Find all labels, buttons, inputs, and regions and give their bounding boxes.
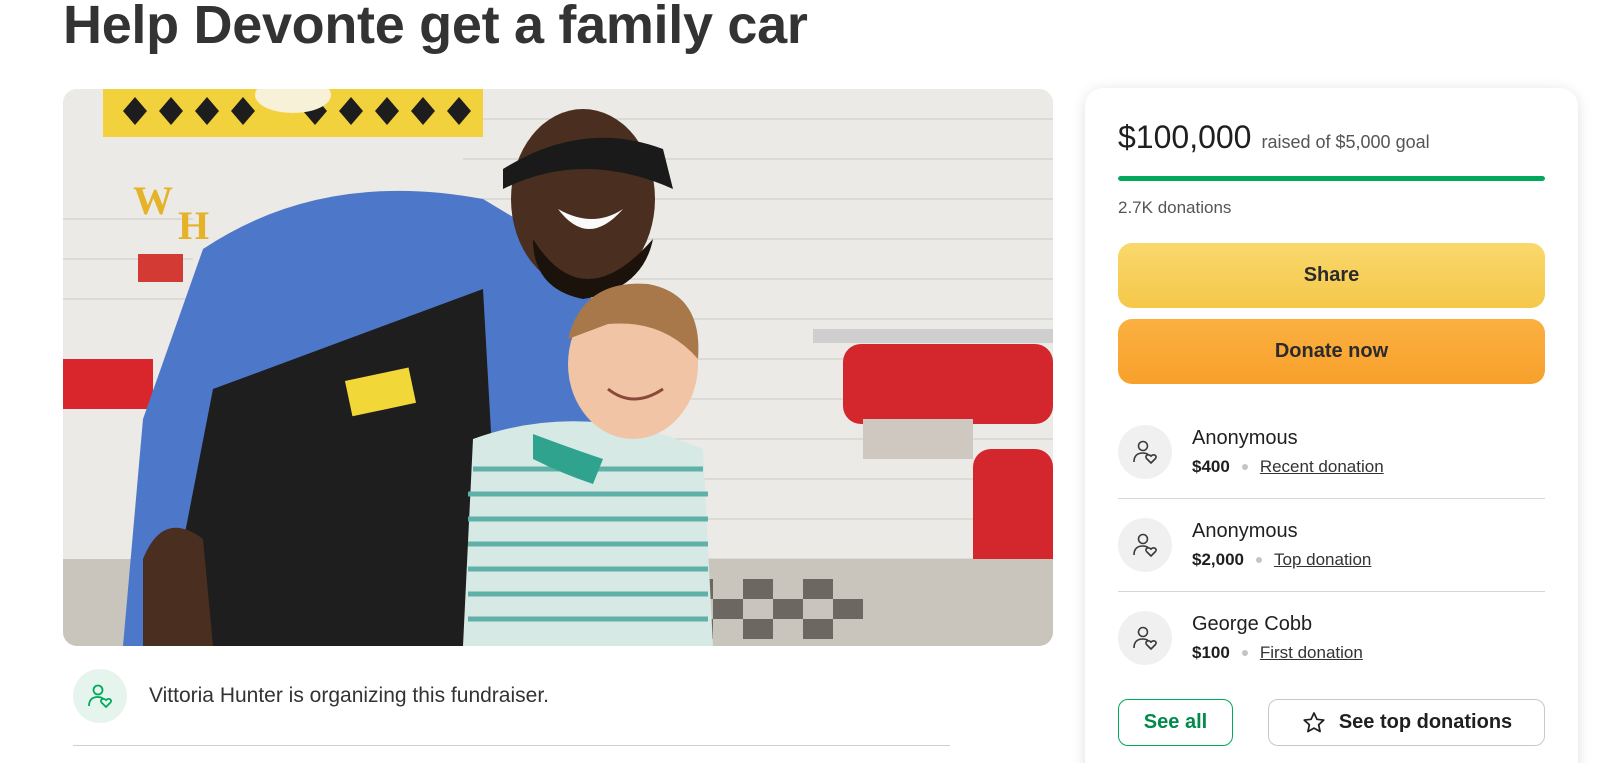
recent-donation-link[interactable]: Recent donation — [1260, 457, 1384, 477]
see-top-donations-label: See top donations — [1338, 711, 1513, 733]
campaign-photo[interactable]: W H — [63, 89, 1053, 646]
separator-dot — [1241, 463, 1248, 470]
star-icon — [1303, 711, 1325, 732]
separator-dot — [1241, 650, 1248, 656]
donation-item: Anonymous $2,000 Top donation — [1118, 498, 1545, 592]
donation-amount: $2,000 — [1192, 549, 1244, 569]
donor-avatar — [1118, 424, 1172, 479]
donor-avatar — [1118, 611, 1172, 665]
donor-name: George Cobb — [1192, 613, 1313, 635]
separator-dot — [1256, 556, 1262, 563]
raised-summary: $100,000 raised of $5,000 goal — [1118, 119, 1430, 156]
campaign-title: Help Devonte get a family car — [63, 0, 808, 55]
share-button[interactable]: Share — [1118, 243, 1545, 308]
organizer-avatar[interactable] — [73, 669, 127, 723]
donate-now-button[interactable]: Donate now — [1118, 319, 1545, 384]
user-heart-icon — [88, 684, 113, 708]
donor-name: Anonymous — [1192, 519, 1298, 542]
user-heart-icon — [1133, 440, 1157, 464]
campaign-photo-illustration: W H — [63, 89, 1053, 646]
donation-panel: $100,000 raised of $5,000 goal 2.7K dona… — [1085, 88, 1578, 763]
see-top-donations-button[interactable]: See top donations — [1268, 699, 1545, 746]
donation-amount: $100 — [1192, 643, 1230, 662]
donor-name: Anonymous — [1192, 426, 1298, 449]
section-divider — [73, 745, 950, 746]
first-donation-link[interactable]: First donation — [1260, 643, 1363, 663]
progress-bar — [1118, 176, 1545, 181]
donation-count: 2.7K donations — [1118, 198, 1232, 217]
donor-avatar — [1118, 517, 1172, 572]
see-all-button[interactable]: See all — [1118, 699, 1233, 746]
organizer-row: Vittoria Hunter is organizing this fundr… — [73, 669, 549, 723]
user-heart-icon — [1133, 626, 1157, 650]
svg-text:H: H — [178, 203, 209, 248]
donation-item: George Cobb $100 First donation — [1118, 591, 1545, 685]
svg-text:W: W — [133, 178, 173, 223]
top-donation-link[interactable]: Top donation — [1274, 550, 1371, 570]
organizer-text: Vittoria Hunter is organizing this fundr… — [149, 684, 549, 707]
donation-item: Anonymous $400 Recent donation — [1118, 405, 1545, 499]
progress-bar-fill — [1118, 176, 1545, 181]
raised-amount: $100,000 — [1118, 119, 1252, 155]
donation-amount: $400 — [1192, 456, 1230, 476]
user-heart-icon — [1133, 533, 1157, 557]
goal-text: raised of $5,000 goal — [1261, 132, 1430, 152]
